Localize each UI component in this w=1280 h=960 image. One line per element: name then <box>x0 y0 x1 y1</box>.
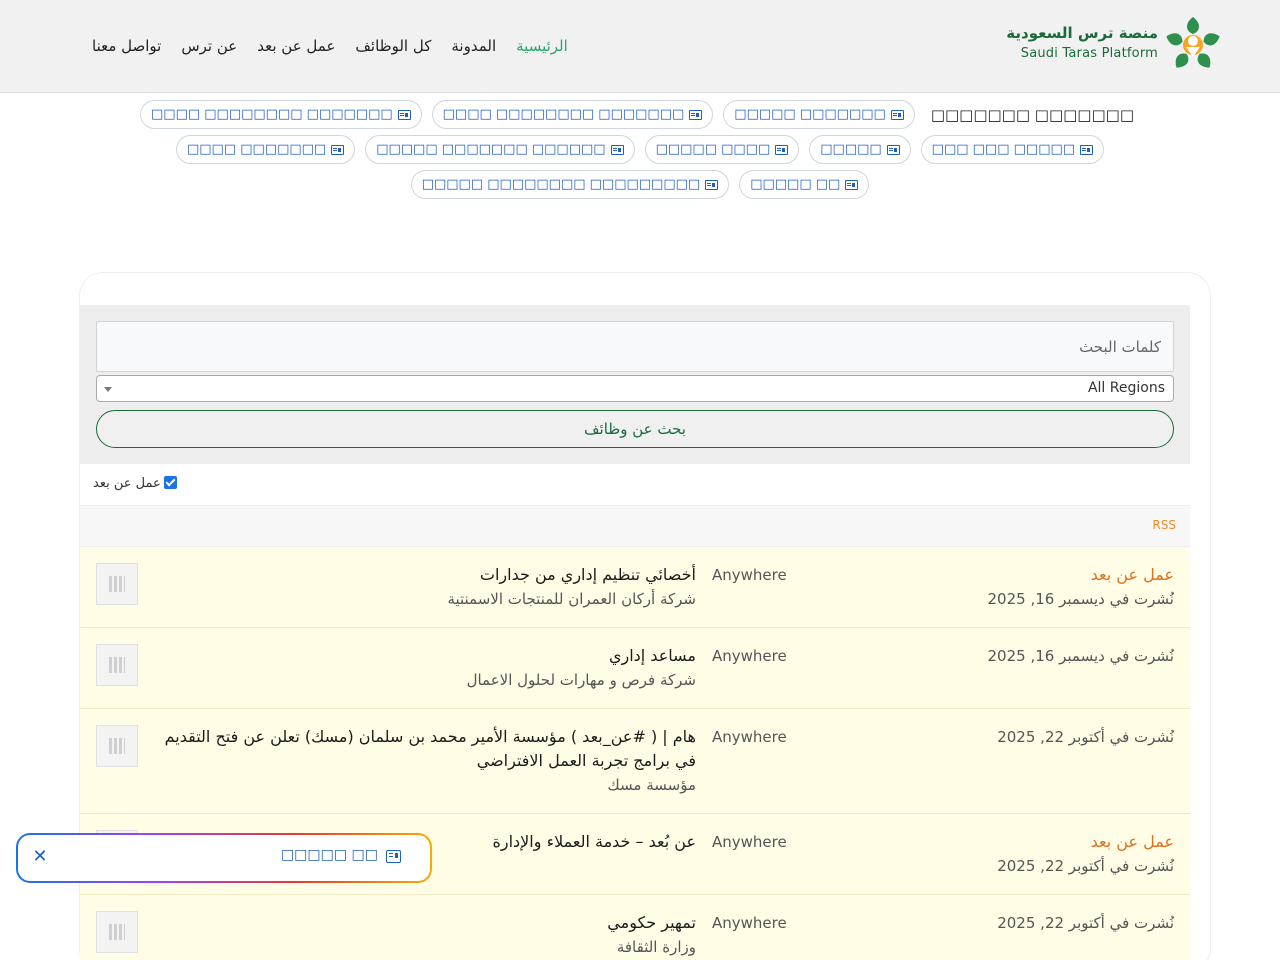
job-type-badge: عمل عن بعد <box>1090 565 1174 584</box>
category-chip[interactable]: □□□□□ □□□ □□□ <box>920 135 1105 164</box>
category-chip[interactable]: □□□□□ <box>809 135 911 164</box>
job-title[interactable]: هام | ( #عن_بعد ) مؤسسة الأمير محمد بن س… <box>158 725 696 773</box>
job-company: مؤسسة مسك <box>607 776 696 794</box>
job-company: شركة فرص و مهارات لحلول الاعمال <box>466 671 696 689</box>
remote-filter-row: عمل عن بعد <box>80 464 1190 506</box>
chip-label: □□□□□□□ □□□□□□□□ □□□□ <box>442 107 685 122</box>
newspaper-icon <box>1080 144 1094 155</box>
nav-item-contact[interactable]: تواصل معنا <box>92 34 161 58</box>
nav-item-about[interactable]: عن ترس <box>181 34 237 58</box>
newspaper-icon <box>610 144 624 155</box>
category-chip[interactable]: □□□□ □□□□□ <box>644 135 800 164</box>
category-chip[interactable]: □□□□□□ □□□□□□□ □□□□□ <box>365 135 635 164</box>
job-date: نُشرت في أكتوبر 22, 2025 <box>997 914 1174 932</box>
category-chip[interactable]: □□□□□□□ □□□□□□□□ □□□□ <box>140 100 422 129</box>
site-logo[interactable]: منصة ترس السعودية Saudi Taras Platform <box>1006 14 1224 78</box>
chip-label: □□□□□ □□□ □□□ <box>931 142 1076 157</box>
search-jobs-button[interactable]: بحث عن وظائف <box>96 410 1174 448</box>
job-listing[interactable]: مساعد إداري شركة فرص و مهارات لحلول الاع… <box>80 628 1190 709</box>
site-header: منصة ترس السعودية Saudi Taras Platform ا… <box>0 0 1280 93</box>
chip-label: □□□□ □□□□□ <box>655 142 771 157</box>
rss-link[interactable]: RSS <box>1152 518 1176 532</box>
category-chip[interactable]: □□ □□□□□ <box>739 170 870 199</box>
newspaper-icon <box>705 179 719 190</box>
job-date: نُشرت في أكتوبر 22, 2025 <box>997 728 1174 746</box>
newspaper-icon <box>689 109 703 120</box>
dropdown-arrow-icon <box>104 387 112 392</box>
category-chip[interactable]: □□□□□□□ □□□□ <box>175 135 356 164</box>
chip-label: □□□□□□□ □□□□□ <box>734 107 886 122</box>
job-title[interactable]: مساعد إداري <box>158 644 696 668</box>
job-date: نُشرت في ديسمبر 16, 2025 <box>987 647 1174 665</box>
newspaper-icon <box>331 144 345 155</box>
keywords-input[interactable] <box>96 321 1174 372</box>
chip-label: □□□□□□□ □□□□ <box>186 142 327 157</box>
chip-row: □□□□□□□ □□□□□□□ □□□□□□□ □□□□□ □□□□□□□ □□… <box>0 100 1280 130</box>
newspaper-icon <box>397 109 411 120</box>
category-chip[interactable]: □□□□□□□ □□□□□□□□ □□□□ <box>431 100 714 129</box>
job-location: Anywhere <box>712 833 787 851</box>
chip-row: □□□□□ □□□ □□□ □□□□□ □□□□ □□□□□ □□□□□□ □□… <box>0 135 1280 165</box>
chip-label: □□ □□□□□ <box>750 177 841 192</box>
newspaper-icon <box>886 144 900 155</box>
regions-value: All Regions <box>1087 380 1165 396</box>
categories-heading: □□□□□□□ □□□□□□□ <box>930 106 1134 124</box>
newspaper-icon <box>845 179 859 190</box>
job-date: نُشرت في ديسمبر 16, 2025 <box>987 590 1174 608</box>
chip-label: □□□□□□□ □□□□□□□□ □□□□ <box>151 107 393 122</box>
chip-label: □□□□□□□□□ □□□□□□□□ □□□□□ <box>421 177 701 192</box>
newspaper-icon <box>890 109 904 120</box>
newspaper-icon <box>775 144 789 155</box>
chip-label: □□□□□□ □□□□□□□ □□□□□ <box>376 142 606 157</box>
chip-label: □□□□□ <box>820 142 882 157</box>
newspaper-icon <box>386 850 401 863</box>
regions-select[interactable]: All Regions <box>96 375 1174 402</box>
job-location: Anywhere <box>712 566 787 584</box>
logo-arabic-text: منصة ترس السعودية <box>1006 24 1158 42</box>
job-location: Anywhere <box>712 647 787 665</box>
category-chips: □□□□□□□ □□□□□□□ □□□□□□□ □□□□□ □□□□□□□ □□… <box>0 100 1280 205</box>
chip-row: □□ □□□□□ □□□□□□□□□ □□□□□□□□ □□□□□ <box>0 170 1280 200</box>
logo-wordmark: منصة ترس السعودية Saudi Taras Platform <box>1006 22 1158 64</box>
nav-item-remote-work[interactable]: عمل عن بعد <box>257 34 335 58</box>
category-chip[interactable]: □□□□□□□ □□□□□ <box>723 100 915 129</box>
star-logo-icon <box>1166 17 1220 68</box>
job-location: Anywhere <box>712 914 787 932</box>
job-title[interactable]: تمهير حكومي <box>158 911 696 935</box>
logo-english-text: Saudi Taras Platform <box>1020 46 1158 61</box>
nav-item-blog[interactable]: المدونة <box>451 34 496 58</box>
job-listing[interactable]: هام | ( #عن_بعد ) مؤسسة الأمير محمد بن س… <box>80 709 1190 814</box>
job-title[interactable]: أخصائي تنظيم إداري من جدارات <box>158 563 696 587</box>
job-date: نُشرت في أكتوبر 22, 2025 <box>997 857 1174 875</box>
remote-checkbox[interactable] <box>164 476 177 489</box>
main-nav: الرئيسية المدونة كل الوظائف عمل عن بعد ع… <box>92 34 568 58</box>
job-company: وزارة الثقافة <box>616 938 696 956</box>
category-chip[interactable]: □□□□□□□□□ □□□□□□□□ □□□□□ <box>410 170 730 199</box>
remote-checkbox-label: عمل عن بعد <box>93 476 161 491</box>
job-company: شركة أركان العمران للمنتجات الاسمنتية <box>447 590 696 608</box>
job-location: Anywhere <box>712 728 787 746</box>
nav-item-all-jobs[interactable]: كل الوظائف <box>355 34 431 58</box>
company-logo-placeholder <box>96 563 138 605</box>
nav-item-home[interactable]: الرئيسية <box>516 34 568 58</box>
job-listing[interactable]: أخصائي تنظيم إداري من جدارات شركة أركان … <box>80 547 1190 628</box>
rss-row: RSS <box>80 506 1190 547</box>
close-icon[interactable]: ✕ <box>31 848 49 866</box>
job-type-badge: عمل عن بعد <box>1090 832 1174 851</box>
banner-text[interactable]: □□ □□□□□ <box>281 847 378 863</box>
company-logo-placeholder <box>96 644 138 686</box>
company-logo-placeholder <box>96 725 138 767</box>
job-listing[interactable]: تمهير حكومي وزارة الثقافة Anywhere نُشرت… <box>80 895 1190 960</box>
company-logo-placeholder <box>96 911 138 953</box>
